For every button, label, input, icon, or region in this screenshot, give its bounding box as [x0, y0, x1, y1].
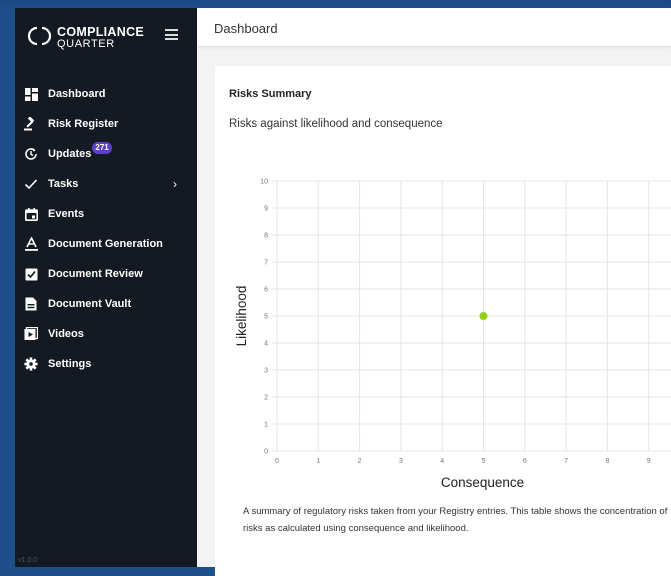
brand-subname: QUARTER: [57, 38, 115, 50]
x-tick-label: 0: [275, 458, 279, 465]
menu-toggle-icon[interactable]: [165, 29, 178, 40]
brand-name: COMPLIANCE: [57, 25, 145, 39]
sidebar-item-document-vault[interactable]: Document Vault: [15, 289, 197, 319]
dashboard-icon: [24, 87, 38, 101]
sidebar-nav: Dashboard Risk Register Updates 271 Task…: [15, 79, 197, 379]
y-tick-label: 9: [264, 206, 268, 213]
y-tick-label: 3: [264, 368, 268, 375]
x-axis-title: Consequence: [441, 475, 524, 490]
card-title: Risks Summary: [229, 88, 312, 100]
risk-scatter-chart: 0 1 2 3 4 5 6 7 8 9 10 0 1 2 3 4 5 6 7 8 9 Consequence Likelih…: [234, 179, 671, 490]
page-title: Dashboard: [214, 21, 278, 36]
calendar-icon: [24, 207, 38, 221]
x-tick-label: 9: [647, 458, 651, 465]
y-tick-label: 5: [264, 314, 268, 321]
sidebar-item-label: Events: [48, 208, 85, 220]
y-tick-label: 6: [264, 287, 268, 294]
sidebar: COMPLIANCE QUARTER Dashboard Risk Regist…: [15, 8, 197, 567]
sidebar-item-label: Updates: [48, 148, 92, 160]
y-tick-label: 10: [260, 179, 268, 186]
sidebar-item-videos[interactable]: Videos: [15, 319, 197, 349]
sidebar-item-label: Settings: [48, 358, 92, 370]
updates-count-badge: 271: [92, 142, 112, 154]
clipboard-check-icon: [24, 267, 38, 281]
sidebar-item-label: Document Vault: [48, 298, 132, 310]
brand-logo[interactable]: COMPLIANCE QUARTER: [27, 22, 187, 52]
window-frame: [0, 0, 671, 6]
x-tick-label: 5: [482, 458, 486, 465]
sidebar-item-dashboard[interactable]: Dashboard: [15, 79, 197, 109]
top-bar: Dashboard: [197, 8, 671, 47]
sidebar-item-label: Videos: [48, 328, 84, 340]
sidebar-item-label: Tasks: [48, 178, 79, 190]
app-version: v1.0.0: [18, 557, 38, 564]
sidebar-item-tasks[interactable]: Tasks ›: [15, 169, 197, 199]
sidebar-item-settings[interactable]: Settings: [15, 349, 197, 379]
y-tick-label: 0: [264, 449, 268, 456]
x-tick-label: 4: [440, 458, 444, 465]
x-tick-label: 1: [316, 458, 320, 465]
y-tick-label: 8: [264, 233, 268, 240]
text-format-icon: [24, 237, 38, 251]
sidebar-item-events[interactable]: Events: [15, 199, 197, 229]
sidebar-item-document-review[interactable]: Document Review: [15, 259, 197, 289]
x-tick-label: 6: [523, 458, 527, 465]
sidebar-item-label: Document Review: [48, 268, 143, 280]
y-axis-title: Likelihood: [234, 286, 249, 347]
sidebar-item-risk-register[interactable]: Risk Register: [15, 109, 197, 139]
x-tick-label: 7: [564, 458, 568, 465]
document-icon: [24, 297, 38, 311]
y-tick-label: 2: [264, 395, 268, 402]
sidebar-item-document-generation[interactable]: Document Generation: [15, 229, 197, 259]
x-tick-label: 8: [605, 458, 609, 465]
card-subtitle: Risks against likelihood and consequence: [229, 118, 443, 130]
risks-summary-card: Risks Summary Risks against likelihood a…: [215, 66, 671, 576]
x-tick-label: 3: [399, 458, 403, 465]
sidebar-item-updates[interactable]: Updates 271: [15, 139, 197, 169]
x-tick-label: 2: [358, 458, 362, 465]
y-tick-label: 7: [264, 260, 268, 267]
y-tick-label: 1: [264, 422, 268, 429]
video-icon: [24, 327, 38, 341]
gavel-icon: [24, 117, 38, 131]
risk-data-point: [479, 312, 488, 320]
sidebar-item-label: Dashboard: [48, 88, 106, 100]
summary-text: A summary of regulatory risks taken from…: [243, 506, 668, 534]
chevron-right-icon[interactable]: ›: [173, 177, 177, 191]
main-content: Dashboard Risks Summary Risks against li…: [197, 8, 671, 576]
history-icon: [24, 147, 38, 161]
logo-icon: [27, 26, 52, 46]
sidebar-item-label: Risk Register: [48, 118, 119, 130]
gear-icon: [24, 357, 38, 371]
check-icon: [24, 177, 38, 191]
y-tick-label: 4: [264, 341, 268, 348]
sidebar-item-label: Document Generation: [48, 238, 163, 250]
